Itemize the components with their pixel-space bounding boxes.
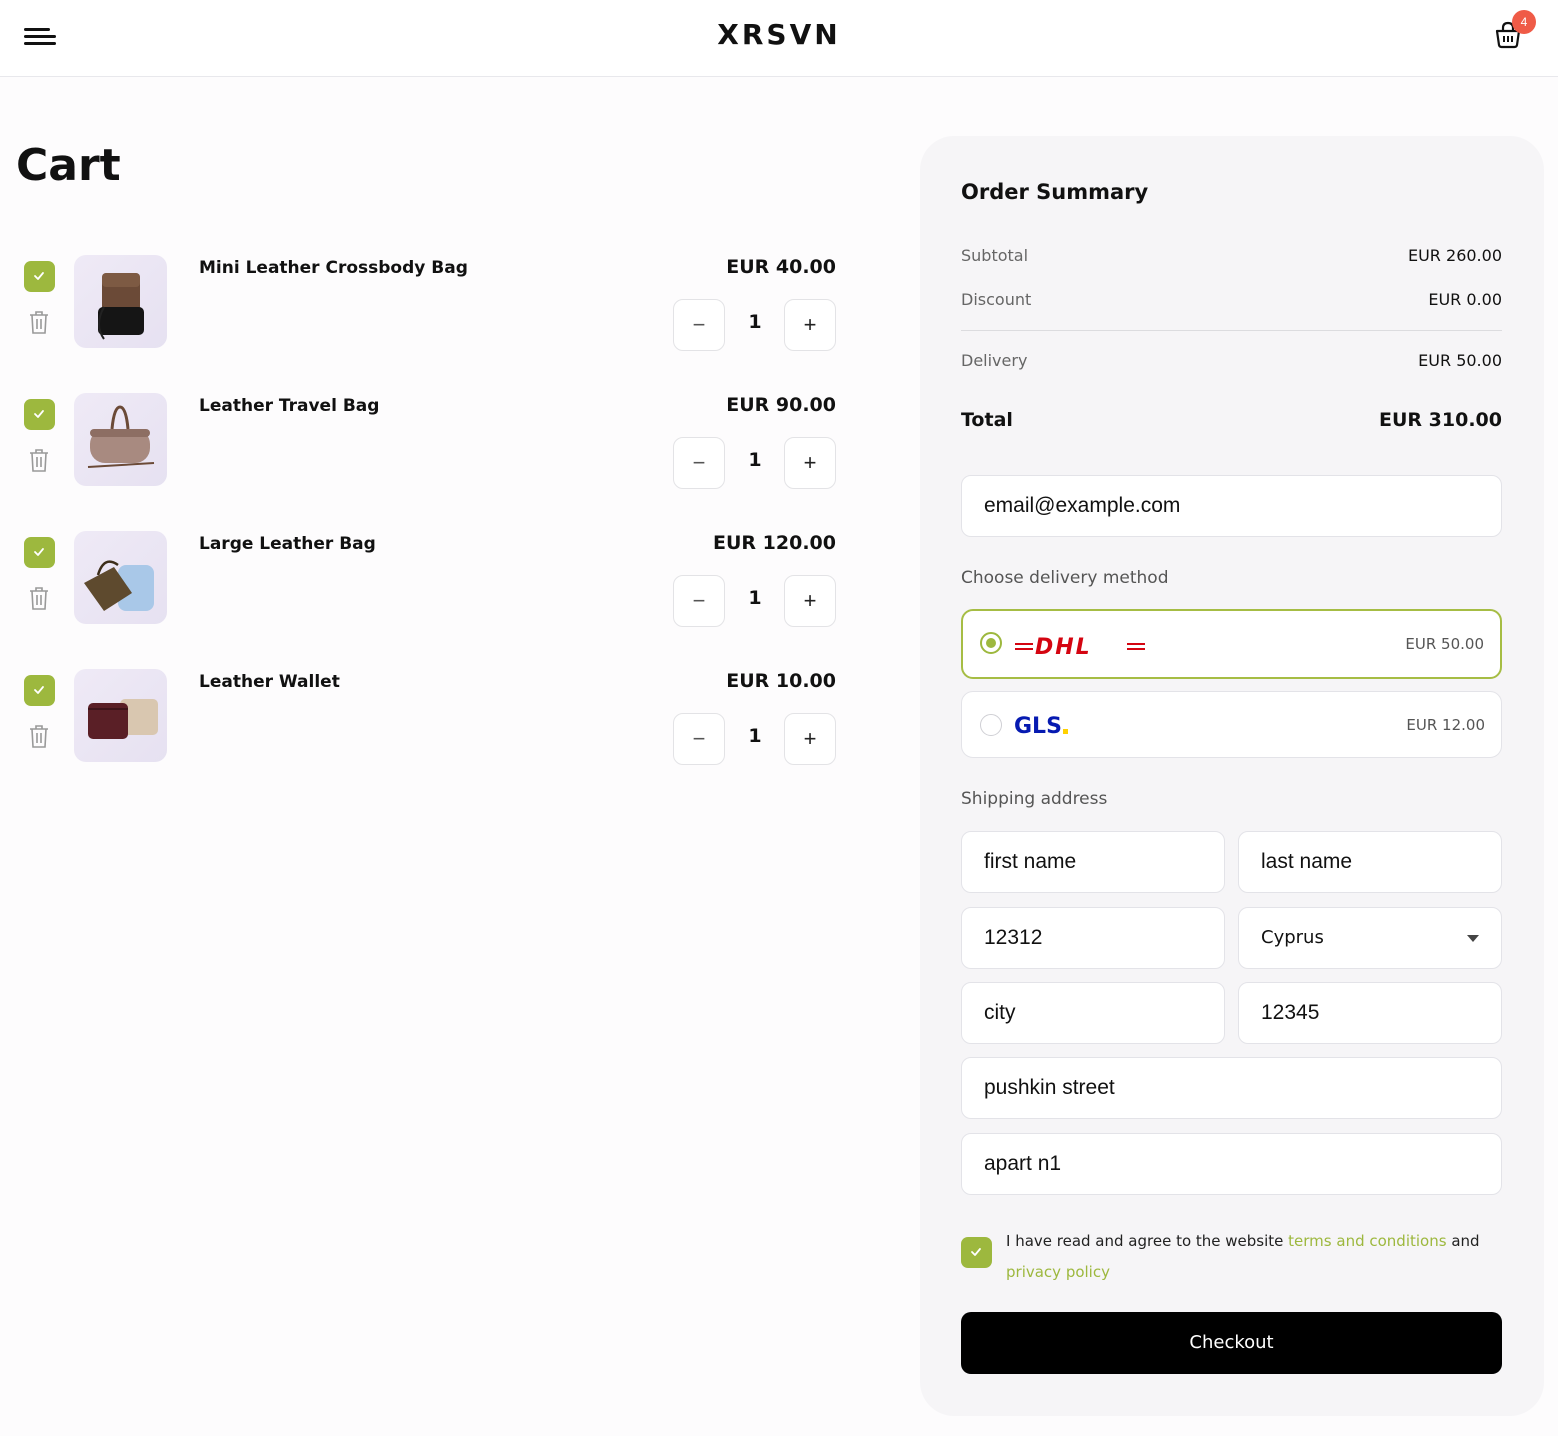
privacy-link[interactable]: privacy policy bbox=[1006, 1263, 1110, 1281]
quantity-value: 1 bbox=[748, 449, 762, 471]
cart-item: Leather Travel Bag EUR 90.00 − 1 + bbox=[0, 393, 860, 513]
order-summary-title: Order Summary bbox=[961, 180, 1149, 204]
street-field[interactable]: pushkin street bbox=[961, 1057, 1502, 1119]
subtotal-label: Subtotal bbox=[961, 246, 1029, 265]
cart-item: Mini Leather Crossbody Bag EUR 40.00 − 1… bbox=[0, 255, 860, 375]
item-select-checkbox[interactable] bbox=[24, 261, 55, 292]
item-select-checkbox[interactable] bbox=[24, 399, 55, 430]
radio-button[interactable] bbox=[980, 632, 1002, 654]
item-select-checkbox[interactable] bbox=[24, 537, 55, 568]
quantity-value: 1 bbox=[748, 311, 762, 333]
product-image[interactable] bbox=[74, 669, 167, 762]
top-header: XRSVN 4 bbox=[0, 0, 1558, 77]
last-name-field[interactable]: last name bbox=[1238, 831, 1502, 893]
decrease-quantity-button[interactable]: − bbox=[673, 713, 725, 765]
country-select[interactable]: Cyprus bbox=[1238, 907, 1502, 969]
trash-icon[interactable] bbox=[28, 585, 50, 611]
cart-item: Leather Wallet EUR 10.00 − 1 + bbox=[0, 669, 860, 789]
terms-link[interactable]: terms and conditions bbox=[1288, 1232, 1446, 1250]
hamburger-menu-icon[interactable] bbox=[24, 26, 58, 48]
decrease-quantity-button[interactable]: − bbox=[673, 437, 725, 489]
quantity-value: 1 bbox=[748, 587, 762, 609]
dhl-logo-icon: DHL bbox=[1015, 635, 1145, 662]
country-select-value: Cyprus bbox=[1261, 927, 1324, 948]
delivery-option-dhl[interactable]: DHL EUR 50.00 bbox=[961, 609, 1502, 679]
product-image[interactable] bbox=[74, 531, 167, 624]
agree-mid: and bbox=[1446, 1232, 1480, 1250]
product-name[interactable]: Large Leather Bag bbox=[199, 534, 376, 554]
product-price: EUR 90.00 bbox=[726, 394, 836, 416]
svg-text:GLS: GLS bbox=[1014, 714, 1062, 738]
discount-label: Discount bbox=[961, 290, 1032, 309]
apartment-field[interactable]: apart n1 bbox=[961, 1133, 1502, 1195]
decrease-quantity-button[interactable]: − bbox=[673, 575, 725, 627]
email-field[interactable]: email@example.com bbox=[961, 475, 1502, 537]
cart-item: Large Leather Bag EUR 120.00 − 1 + bbox=[0, 531, 860, 651]
increase-quantity-button[interactable]: + bbox=[784, 575, 836, 627]
trash-icon[interactable] bbox=[28, 723, 50, 749]
increase-quantity-button[interactable]: + bbox=[784, 299, 836, 351]
cart-count-badge: 4 bbox=[1512, 10, 1536, 34]
gls-logo-icon: GLS bbox=[1014, 712, 1074, 743]
delivery-value: EUR 50.00 bbox=[1418, 351, 1502, 370]
delivery-option-price: EUR 50.00 bbox=[1405, 635, 1484, 653]
delivery-label: Delivery bbox=[961, 351, 1028, 370]
decrease-quantity-button[interactable]: − bbox=[673, 299, 725, 351]
product-name[interactable]: Mini Leather Crossbody Bag bbox=[199, 258, 468, 278]
product-image[interactable] bbox=[74, 255, 167, 348]
product-name[interactable]: Leather Travel Bag bbox=[199, 396, 379, 416]
delivery-option-gls[interactable]: GLS EUR 12.00 bbox=[961, 691, 1502, 758]
increase-quantity-button[interactable]: + bbox=[784, 713, 836, 765]
item-select-checkbox[interactable] bbox=[24, 675, 55, 706]
product-price: EUR 120.00 bbox=[713, 532, 836, 554]
delivery-method-label: Choose delivery method bbox=[961, 568, 1169, 588]
radio-button[interactable] bbox=[980, 714, 1002, 736]
trash-icon[interactable] bbox=[28, 447, 50, 473]
phone-field[interactable]: 12312 bbox=[961, 907, 1225, 969]
increase-quantity-button[interactable]: + bbox=[784, 437, 836, 489]
agree-prefix: I have read and agree to the website bbox=[1006, 1232, 1289, 1250]
product-price: EUR 10.00 bbox=[726, 670, 836, 692]
delivery-option-price: EUR 12.00 bbox=[1406, 716, 1485, 734]
summary-divider bbox=[961, 330, 1502, 331]
postal-code-field[interactable]: 12345 bbox=[1238, 982, 1502, 1044]
trash-icon[interactable] bbox=[28, 309, 50, 335]
shipping-address-label: Shipping address bbox=[961, 789, 1108, 809]
discount-value: EUR 0.00 bbox=[1428, 290, 1502, 309]
product-name[interactable]: Leather Wallet bbox=[199, 672, 340, 692]
total-label: Total bbox=[961, 409, 1013, 431]
subtotal-value: EUR 260.00 bbox=[1407, 246, 1502, 265]
product-price: EUR 40.00 bbox=[726, 256, 836, 278]
order-summary-panel: Order Summary Subtotal EUR 260.00 Discou… bbox=[920, 136, 1544, 1416]
agree-text: I have read and agree to the website ter… bbox=[1006, 1226, 1486, 1288]
agree-checkbox[interactable] bbox=[961, 1237, 992, 1268]
total-value: EUR 310.00 bbox=[1379, 409, 1502, 431]
page-title: Cart bbox=[16, 140, 121, 191]
svg-text:DHL: DHL bbox=[1035, 635, 1092, 657]
first-name-field[interactable]: first name bbox=[961, 831, 1225, 893]
city-field[interactable]: city bbox=[961, 982, 1225, 1044]
checkout-button[interactable]: Checkout bbox=[961, 1312, 1502, 1374]
chevron-down-icon bbox=[1467, 935, 1479, 942]
product-image[interactable] bbox=[74, 393, 167, 486]
site-logo[interactable]: XRSVN bbox=[0, 18, 1558, 51]
quantity-value: 1 bbox=[748, 725, 762, 747]
